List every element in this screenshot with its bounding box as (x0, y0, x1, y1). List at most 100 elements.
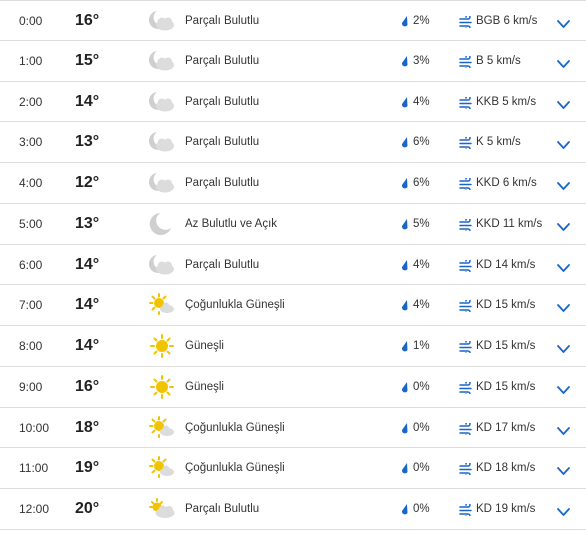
chevron-down-icon[interactable] (557, 341, 570, 353)
weather-condition: Çoğunlukla Güneşli (185, 462, 285, 475)
raindrop-icon (400, 299, 410, 311)
sun-cloud-icon (148, 456, 176, 480)
hourly-forecast-row[interactable]: 9:00 16° Güneşli 0% KD 15 km/s (0, 367, 586, 408)
hour-time: 0:00 (19, 14, 43, 28)
hour-time: 4:00 (19, 176, 43, 190)
hour-time: 1:00 (19, 53, 43, 68)
weather-condition: Güneşli (185, 380, 224, 393)
wind-icon (459, 176, 473, 193)
hourly-forecast-row[interactable]: 12:00 20° Parçalı Bulutlu 0% KD 19 km/s (0, 489, 586, 530)
precipitation-chance: 6% (413, 136, 430, 149)
weather-condition: Çoğunlukla Güneşli (185, 299, 285, 312)
weather-condition: Çoğunlukla Güneşli (185, 421, 285, 434)
wind-icon (459, 420, 473, 438)
hour-time: 8:00 (19, 339, 43, 353)
raindrop-icon (400, 177, 410, 189)
raindrop-icon (400, 422, 410, 434)
hour-time: 11:00 (19, 461, 49, 476)
chevron-down-icon[interactable] (557, 260, 570, 272)
weather-condition: Parçalı Bulutlu (185, 503, 260, 515)
wind-icon (459, 461, 473, 478)
wind-speed: KD 14 km/s (476, 258, 536, 271)
hour-time: 9:00 (19, 379, 43, 394)
weather-condition: Az Bulutlu ve Açık (185, 217, 278, 230)
moon-cloud-icon (148, 9, 176, 33)
precipitation-chance: 4% (413, 95, 430, 108)
wind-icon (459, 135, 473, 152)
temperature: 16° (75, 12, 100, 29)
wind-speed: KD 15 km/s (476, 299, 536, 312)
wind-speed: KD 15 km/s (476, 340, 536, 352)
wind-speed: KD 17 km/s (476, 421, 536, 434)
hour-time: 3:00 (19, 135, 43, 150)
temperature: 18° (75, 418, 100, 436)
hour-time: 5:00 (19, 216, 43, 231)
wind-icon (459, 380, 473, 397)
wind-speed: KKD 11 km/s (476, 217, 543, 230)
hourly-forecast-row[interactable]: 11:00 19° Çoğunlukla Güneşli 0% KD 18 km/s (0, 448, 586, 489)
weather-condition: Güneşli (185, 340, 224, 352)
chevron-down-icon[interactable] (557, 137, 570, 150)
chevron-down-icon[interactable] (557, 300, 570, 313)
weather-condition: Parçalı Bulutlu (185, 15, 260, 27)
temperature: 19° (75, 459, 100, 477)
raindrop-icon (400, 462, 410, 474)
hourly-forecast-row[interactable]: 4:00 12° Parçalı Bulutlu 6% KKD 6 km/s (0, 163, 586, 204)
precipitation-chance: 0% (413, 503, 430, 515)
wind-speed: KD 15 km/s (476, 380, 536, 393)
partly-sunny-icon (148, 497, 176, 521)
sun-icon (148, 374, 176, 399)
precipitation-chance: 6% (413, 177, 430, 189)
sun-icon (148, 334, 176, 358)
chevron-down-icon[interactable] (557, 16, 570, 28)
hourly-forecast-row[interactable]: 7:00 14° Çoğunlukla Güneşli 4% KD 15 km/s (0, 285, 586, 326)
hourly-forecast-row[interactable]: 2:00 14° Parçalı Bulutlu 4% KKB 5 km/s (0, 82, 586, 123)
chevron-down-icon[interactable] (557, 463, 570, 476)
hourly-forecast-row[interactable]: 8:00 14° Güneşli 1% KD 15 km/s (0, 326, 586, 367)
precipitation-chance: 4% (413, 258, 430, 271)
hourly-forecast-row[interactable]: 5:00 13° Az Bulutlu ve Açık 5% KKD 11 km/s (0, 204, 586, 245)
hourly-forecast-row[interactable]: 1:00 15° Parçalı Bulutlu 3% B 5 km/s (0, 41, 586, 82)
chevron-down-icon[interactable] (557, 97, 570, 109)
chevron-down-icon[interactable] (557, 504, 570, 516)
temperature: 14° (75, 296, 100, 314)
moon-icon (148, 212, 176, 236)
hour-time: 2:00 (19, 94, 43, 109)
raindrop-icon (400, 96, 410, 108)
chevron-down-icon[interactable] (557, 382, 570, 394)
raindrop-icon (400, 340, 410, 352)
wind-icon (459, 94, 473, 112)
temperature: 14° (75, 92, 100, 110)
hourly-forecast-row[interactable]: 10:00 18° Çoğunlukla Güneşli 0% KD 17 km/s (0, 408, 586, 449)
wind-icon (459, 339, 473, 356)
weather-condition: Parçalı Bulutlu (185, 95, 260, 108)
chevron-down-icon[interactable] (557, 423, 570, 435)
weather-condition: Parçalı Bulutlu (185, 177, 260, 189)
raindrop-icon (400, 259, 410, 271)
sun-cloud-icon (148, 293, 176, 317)
wind-speed: KKD 6 km/s (476, 177, 537, 189)
temperature: 14° (75, 255, 100, 273)
hourly-forecast-row[interactable]: 0:00 16° Parçalı Bulutlu 2% BGB 6 km/s (0, 0, 586, 41)
temperature: 20° (75, 500, 100, 517)
chevron-down-icon[interactable] (557, 219, 570, 231)
raindrop-icon (400, 381, 410, 393)
wind-speed: KKB 5 km/s (476, 95, 537, 108)
wind-icon (459, 217, 473, 234)
chevron-down-icon[interactable] (557, 56, 570, 68)
precipitation-chance: 3% (413, 54, 430, 67)
raindrop-icon (400, 55, 410, 67)
precipitation-chance: 1% (413, 340, 430, 352)
chevron-down-icon[interactable] (557, 178, 570, 190)
weather-condition: Parçalı Bulutlu (185, 54, 260, 67)
temperature: 13° (75, 133, 100, 151)
hour-time: 12:00 (19, 502, 50, 516)
weather-condition: Parçalı Bulutlu (185, 136, 260, 149)
weather-condition: Parçalı Bulutlu (185, 258, 260, 271)
moon-cloud-icon (148, 253, 176, 277)
temperature: 12° (75, 174, 100, 191)
hourly-forecast-row[interactable]: 3:00 13° Parçalı Bulutlu 6% K 5 km/s (0, 122, 586, 163)
temperature: 13° (75, 214, 100, 232)
hourly-forecast-row[interactable]: 6:00 14° Parçalı Bulutlu 4% KD 14 km/s (0, 245, 586, 286)
temperature: 16° (75, 377, 100, 395)
